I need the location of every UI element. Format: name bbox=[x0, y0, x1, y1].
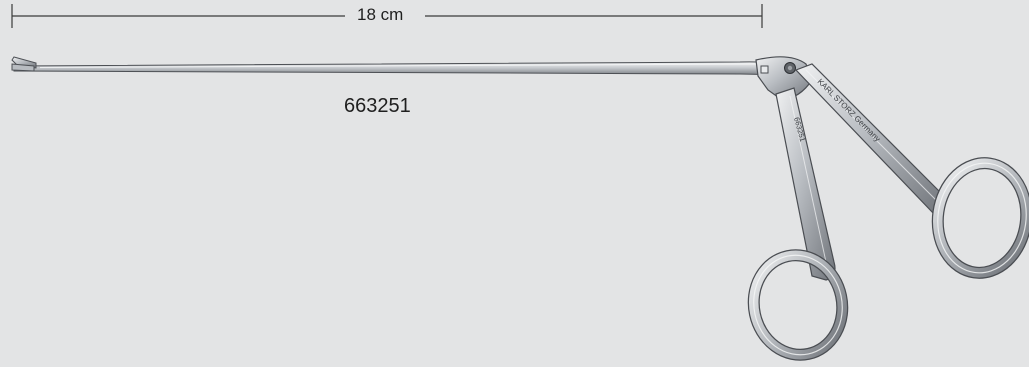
instrument-illustration: 663251 KARL STORZ Germany bbox=[11, 4, 1029, 361]
forceps-lower-ring bbox=[747, 249, 849, 361]
product-image-stage: 663251 KARL STORZ Germany 18 cm 663251 bbox=[0, 0, 1029, 367]
forceps-upper-handle: KARL STORZ Germany bbox=[794, 63, 947, 215]
forceps-shaft bbox=[13, 61, 785, 79]
model-number-label: 663251 bbox=[344, 95, 411, 117]
dimension-length-label: 18 cm bbox=[349, 4, 412, 26]
brand-engraving: KARL STORZ Germany bbox=[816, 77, 882, 143]
forceps-jaw-tip bbox=[11, 56, 37, 72]
forceps-upper-ring bbox=[931, 157, 1029, 279]
